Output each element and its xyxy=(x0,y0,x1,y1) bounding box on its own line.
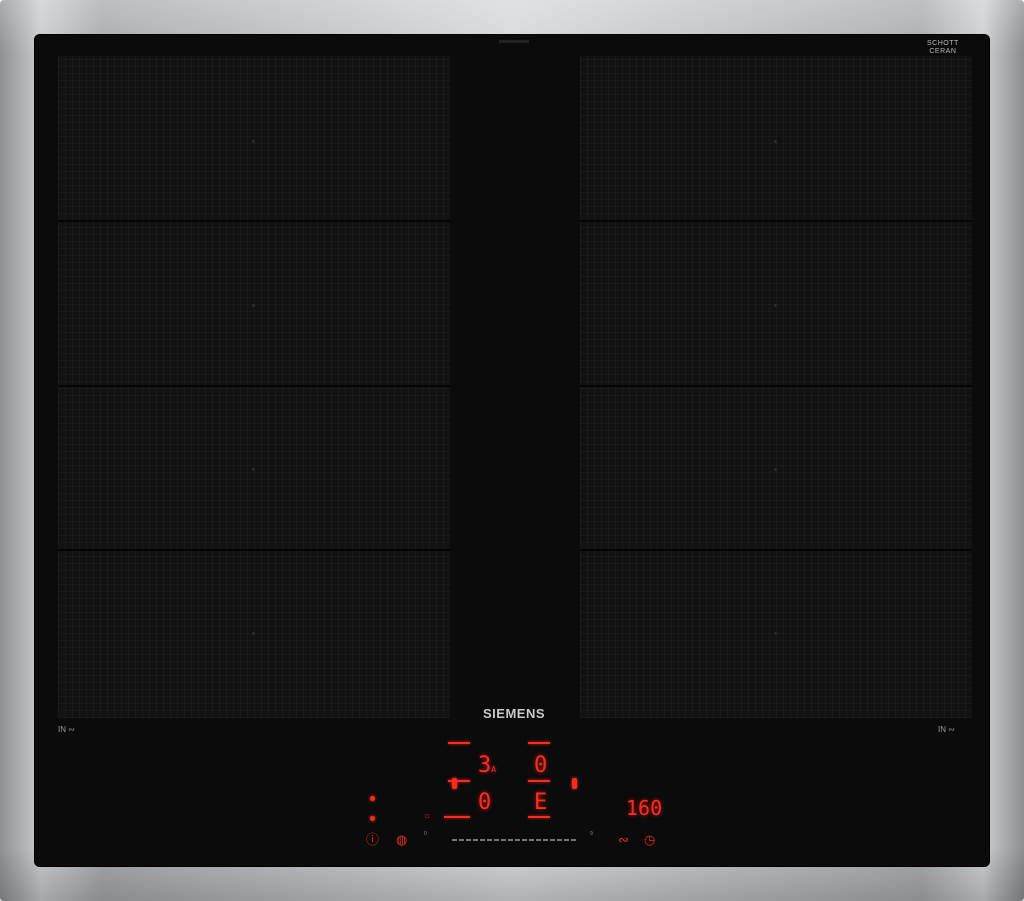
brand-logo: SIEMENS xyxy=(482,706,545,721)
indicator-dot-2 xyxy=(370,816,375,821)
power-slider[interactable] xyxy=(452,839,578,841)
induction-icon: ∾ xyxy=(948,725,955,734)
child-lock-icon[interactable]: ◍ xyxy=(396,833,407,846)
induction-icon[interactable]: ∾ xyxy=(618,833,629,846)
right-zone-select-button[interactable] xyxy=(572,778,577,789)
indicator-dot-1 xyxy=(370,796,375,801)
display-d-bottom-line xyxy=(528,816,550,818)
power-level-icon[interactable]: ○ xyxy=(424,810,430,823)
display-c-bottom-line xyxy=(528,780,550,782)
display-c: 0 xyxy=(534,753,548,778)
display-b-bottom-line xyxy=(444,816,470,818)
right-zone-mode-label: IN ∾ xyxy=(938,725,955,734)
info-icon[interactable]: ⓘ xyxy=(366,833,379,846)
top-mark xyxy=(499,40,529,43)
display-b: 0 xyxy=(478,790,492,815)
display-a: 3A xyxy=(478,753,497,778)
timer-icon[interactable]: ◷ xyxy=(644,833,655,846)
ceramic-glass-cooktop: SCHOTT CERAN SIEMENS IN ∾ IN ∾ 3A 0 0 E … xyxy=(34,34,990,867)
timer-display: 160 xyxy=(626,796,663,820)
left-zone-select-button[interactable] xyxy=(452,778,457,789)
slider-max-label: 9 xyxy=(590,831,593,837)
glass-maker-line2: CERAN xyxy=(929,48,957,55)
display-c-top-line xyxy=(528,742,550,744)
slider-min-label: 0 xyxy=(424,831,427,837)
left-zone-mode-label: IN ∾ xyxy=(58,725,75,734)
display-d: E xyxy=(534,790,548,815)
display-a-top-line xyxy=(448,742,470,744)
right-cooking-zone[interactable] xyxy=(580,56,972,718)
induction-icon: ∾ xyxy=(68,725,75,734)
left-cooking-zone[interactable] xyxy=(58,56,450,718)
glass-maker-line1: SCHOTT xyxy=(927,40,959,47)
